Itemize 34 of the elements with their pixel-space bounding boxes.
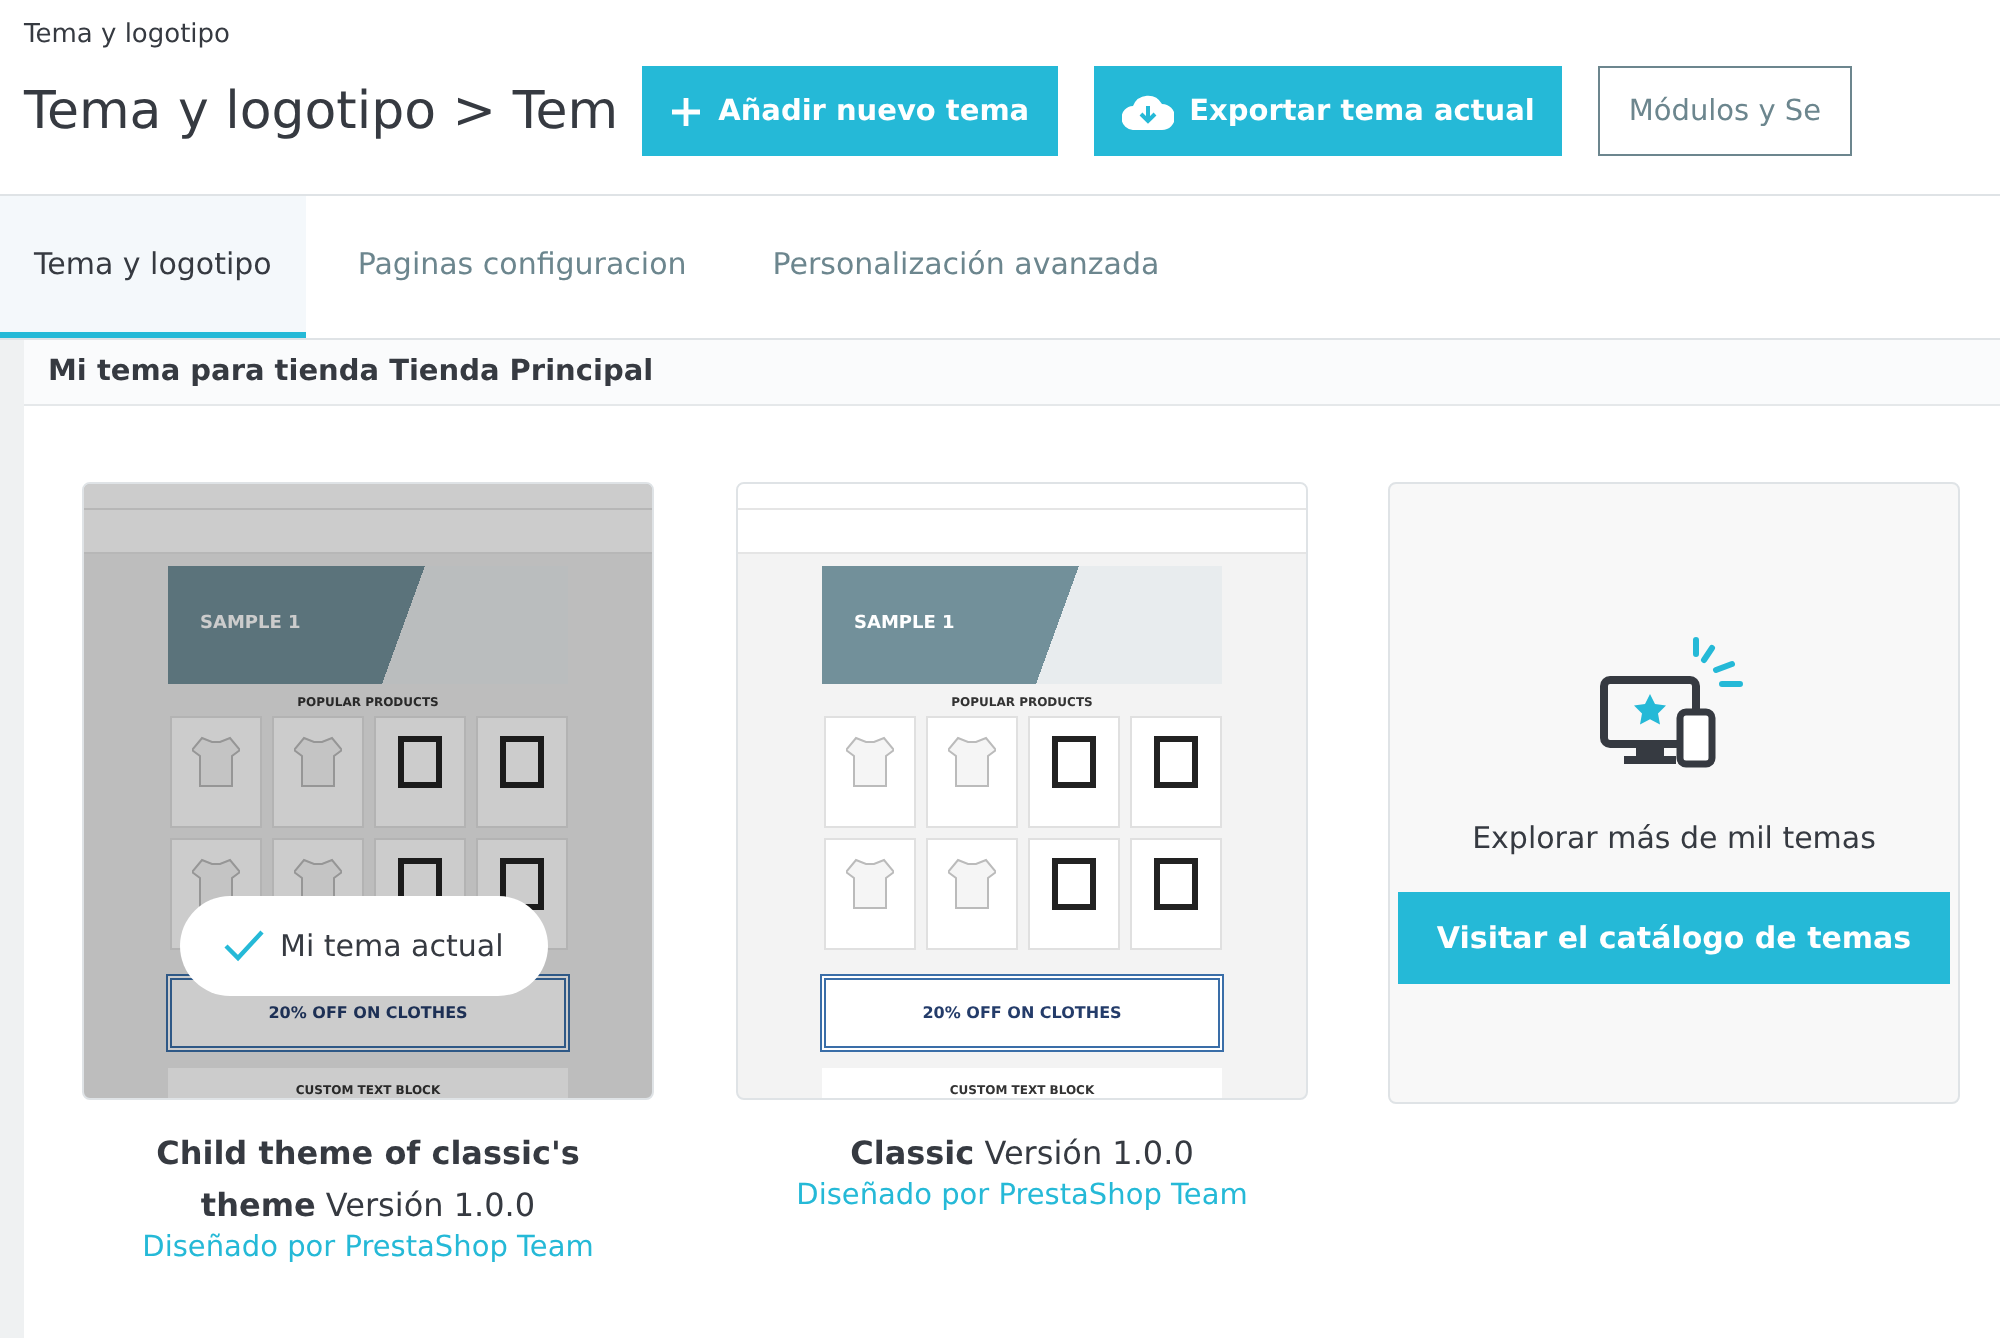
frame-icon: [1151, 734, 1199, 791]
tshirt-icon: [845, 734, 893, 791]
panel-title: Mi tema para tienda Tienda Principal: [24, 340, 2000, 406]
theme-name: Child theme of classic's theme Versión 1.0.0: [154, 1132, 582, 1228]
tshirt-icon: [947, 856, 995, 913]
tshirt-icon: [947, 734, 995, 791]
toolbar-button[interactable]: Módulos y Se: [1598, 66, 1852, 156]
toolbar-button[interactable]: Añadir nuevo tema: [642, 66, 1058, 156]
breadcrumb: Tema y logotipo: [24, 20, 233, 50]
catalog-button[interactable]: Visitar el catálogo de temas: [1398, 892, 1950, 984]
tshirt-icon: [191, 734, 239, 791]
devices-star-icon: [1600, 636, 1748, 768]
banner-title: SAMPLE 1: [854, 614, 955, 635]
badge-label: Mi tema actual: [280, 928, 504, 964]
frame-icon: [1049, 856, 1097, 913]
cloud-download-icon: [1121, 93, 1174, 129]
page-title: Tema y logotipo > Tem: [24, 81, 619, 141]
plus-icon: [670, 95, 703, 127]
promo-text: 20% OFF ON CLOTHES: [268, 1004, 468, 1023]
tab[interactable]: Tema y logotipo: [0, 196, 306, 338]
tshirt-icon: [845, 856, 893, 913]
frame-icon: [395, 734, 443, 791]
theme-name: Classic Versión 1.0.0: [848, 1132, 1196, 1176]
tshirt-icon: [293, 734, 341, 791]
banner-title: SAMPLE 1: [200, 614, 301, 635]
promo-text: 20% OFF ON CLOTHES: [922, 1004, 1122, 1023]
catalog-text: Explorar más de mil temas: [1472, 820, 1876, 856]
author-link[interactable]: Diseñado por PrestaShop Team: [796, 1180, 1248, 1212]
frame-icon: [1049, 734, 1097, 791]
toolbar-button[interactable]: Exportar tema actual: [1093, 66, 1563, 156]
frame-icon: [1151, 856, 1199, 913]
frame-icon: [497, 734, 545, 791]
check-icon: [224, 930, 264, 962]
author-link[interactable]: Diseñado por PrestaShop Team: [142, 1232, 594, 1264]
